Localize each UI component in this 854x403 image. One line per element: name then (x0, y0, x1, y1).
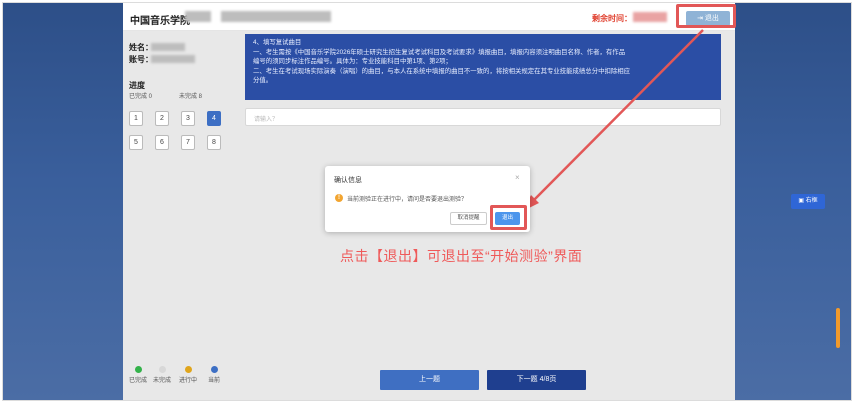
dialog-message: 当前测验正在进行中，请问是否要退出测验？ (347, 197, 468, 203)
question-button-8[interactable]: 8 (207, 135, 221, 150)
redacted-title-suffix (185, 11, 211, 22)
question-line: 分值。 (253, 77, 273, 84)
cancel-button[interactable]: 取消提醒 (450, 212, 487, 225)
question-button-1[interactable]: 1 (129, 111, 143, 126)
question-button-7[interactable]: 7 (181, 135, 195, 150)
completed-count: 已完成 0 (129, 94, 153, 100)
next-question-button[interactable]: 下一题 4/8页 (487, 370, 586, 390)
redacted-title-detail (221, 11, 331, 22)
redacted-timer (633, 12, 667, 22)
question-prompt: 4、填写复试曲目 一、考生需按《中国音乐学院2026年硕士研究生招生复试考试科目… (245, 34, 721, 100)
legend-label: 已完成 (128, 378, 147, 384)
annotation-text: 点击【退出】可退出至“开始测验”界面 (340, 248, 583, 264)
floating-side-button[interactable]: ▣ 右框 (791, 194, 825, 209)
legend-in-progress: 进行中 (177, 366, 199, 384)
name-row: 姓名： (129, 42, 153, 54)
status-legend: 已完成 未完成 进行中 当前 (127, 366, 237, 388)
legend-incomplete: 未完成 (151, 366, 173, 384)
legend-dot-incomplete (158, 366, 166, 373)
header-bar: 中国音乐学院 剩余时间： ⇥ 退出 (123, 3, 735, 31)
question-line: 4、填写复试曲目 (253, 39, 302, 46)
name-label: 姓名： (129, 43, 153, 52)
legend-dot-completed (134, 366, 142, 373)
progress-title: 进度 (129, 81, 145, 90)
student-info: 姓名： 账号： (129, 42, 153, 66)
background-left (3, 3, 123, 400)
question-line: 二、考生在考试现场实际演奏（演唱）的曲目，与本人在系统中填报的曲目不一致的，将按… (253, 67, 631, 75)
id-label: 账号： (129, 55, 153, 64)
legend-current: 当前 (203, 366, 225, 384)
legend-label: 未完成 (152, 378, 171, 384)
legend-completed: 已完成 (127, 366, 149, 384)
confirm-highlight-box (490, 205, 527, 230)
legend-dot-current (210, 366, 218, 373)
answer-input[interactable]: 请输入？ (245, 108, 721, 126)
question-button-2[interactable]: 2 (155, 111, 169, 126)
question-line: 编号的须同步标注作品编号。具体为：专业技能科目中第1项、第2项； (253, 58, 452, 65)
redacted-name (151, 43, 185, 51)
legend-label: 进行中 (178, 378, 197, 384)
sidebar: 姓名： 账号： 进度 已完成 0 未完成 8 1 2 3 4 5 6 7 8 已… (123, 31, 238, 400)
prev-question-button[interactable]: 上一题 (380, 370, 479, 390)
question-button-5[interactable]: 5 (129, 135, 143, 150)
close-icon[interactable]: × (515, 173, 520, 182)
exit-highlight-box (676, 4, 736, 28)
question-button-6[interactable]: 6 (155, 135, 169, 150)
legend-dot-in-progress (184, 366, 192, 373)
dialog-title: 确认信息 (334, 177, 362, 184)
question-line: 一、考生需按《中国音乐学院2026年硕士研究生招生复试考试科目及考试要求》填报曲… (253, 48, 626, 56)
redacted-id (151, 55, 195, 63)
incomplete-count: 未完成 8 (179, 94, 203, 100)
warning-icon: ! (335, 194, 343, 202)
timer-label: 剩余时间： (592, 14, 632, 23)
progress-stats: 已完成 0 未完成 8 (129, 91, 239, 100)
question-button-4[interactable]: 4 (207, 111, 221, 126)
id-row: 账号： (129, 54, 153, 66)
question-button-3[interactable]: 3 (181, 111, 195, 126)
app-title: 中国音乐学院 (130, 16, 190, 27)
scroll-indicator[interactable] (836, 308, 840, 348)
legend-label: 当前 (207, 378, 220, 384)
